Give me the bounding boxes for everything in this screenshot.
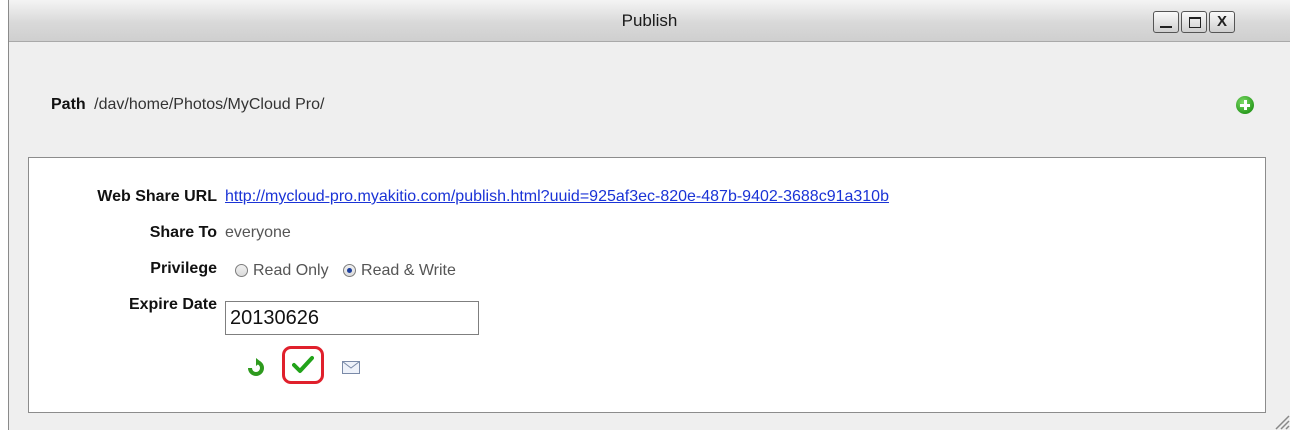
- expire-date-label: Expire Date: [128, 296, 217, 313]
- checkmark-icon: [292, 356, 314, 373]
- add-icon[interactable]: [1236, 96, 1254, 114]
- privilege-options: Read Only Read & Write: [235, 262, 466, 280]
- privilege-label: Privilege: [150, 260, 217, 277]
- window-title: Publish: [621, 11, 678, 30]
- read-only-radio[interactable]: [235, 264, 248, 277]
- web-share-url-label: Web Share URL: [97, 188, 217, 205]
- share-panel: Web Share URL http://mycloud-pro.myakiti…: [28, 157, 1266, 413]
- share-to-value: everyone: [225, 224, 291, 241]
- confirm-button[interactable]: [282, 346, 324, 384]
- web-share-url-link[interactable]: http://mycloud-pro.myakitio.com/publish.…: [225, 188, 889, 206]
- read-write-label[interactable]: Read & Write: [361, 262, 456, 279]
- close-button[interactable]: X: [1209, 11, 1235, 33]
- maximize-button[interactable]: [1181, 11, 1207, 33]
- refresh-icon[interactable]: [246, 358, 266, 378]
- expire-date-input[interactable]: [225, 301, 479, 335]
- close-icon: X: [1216, 13, 1227, 30]
- share-to-label: Share To: [149, 224, 217, 241]
- path-row: Path /dav/home/Photos/MyCloud Pro/: [51, 96, 324, 114]
- minimize-button[interactable]: [1153, 11, 1179, 33]
- read-write-radio[interactable]: [343, 264, 357, 277]
- path-value: /dav/home/Photos/MyCloud Pro/: [94, 96, 325, 113]
- title-bar[interactable]: Publish X: [9, 0, 1290, 42]
- resize-grip[interactable]: [1270, 410, 1290, 430]
- path-label: Path: [51, 96, 86, 113]
- publish-window: Publish X Path /dav/home/Photos/MyCloud …: [8, 0, 1290, 430]
- read-only-label[interactable]: Read Only: [253, 262, 329, 279]
- envelope-icon[interactable]: [342, 361, 360, 374]
